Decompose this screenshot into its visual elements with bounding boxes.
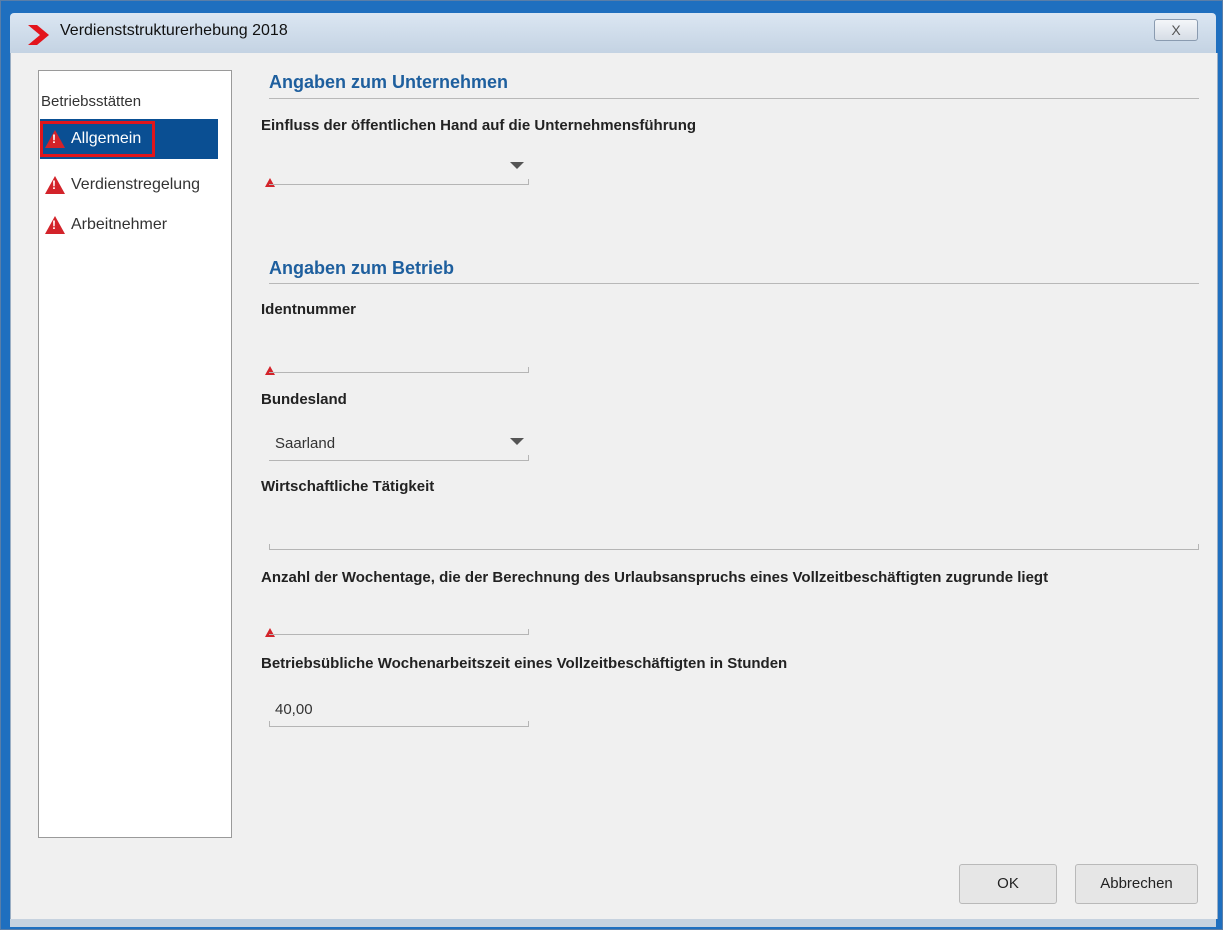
chevron-down-icon — [510, 162, 524, 169]
section-title-unternehmen: Angaben zum Unternehmen — [269, 72, 509, 92]
einfluss-dropdown[interactable] — [261, 153, 531, 187]
field-underline — [269, 184, 529, 185]
section-title-betrieb: Angaben zum Betrieb — [269, 258, 455, 278]
sidebar-item-verdienstregelung[interactable]: Verdienstregelung — [40, 165, 218, 205]
field-underline-end — [528, 629, 529, 635]
bundesland-value: Saarland — [275, 435, 336, 452]
identnummer-input[interactable] — [261, 341, 531, 375]
section-divider — [269, 98, 1199, 99]
field-underline — [269, 634, 529, 635]
sidebar-item-allgemein[interactable]: Allgemein — [40, 119, 218, 159]
sidebar-header[interactable]: Betriebsstätten — [41, 93, 141, 110]
field-underline-end — [528, 367, 529, 373]
field-underline — [269, 549, 1199, 550]
warning-icon — [265, 366, 275, 375]
title-bar[interactable]: Verdienststrukturerhebung 2018 X — [10, 13, 1216, 53]
field-underline-end — [1198, 544, 1199, 550]
field-underline — [269, 726, 529, 727]
app-logo-icon — [28, 25, 49, 45]
field-underline — [269, 460, 529, 461]
field-underline-end — [528, 179, 529, 185]
warning-icon — [45, 176, 65, 194]
warning-icon — [45, 130, 65, 148]
taetigkeit-input[interactable] — [261, 515, 1201, 551]
wochentage-input[interactable] — [261, 603, 531, 637]
wochenarbeitszeit-input[interactable]: 40,00 — [261, 693, 531, 729]
dialog-window: Verdienststrukturerhebung 2018 X Betrieb… — [0, 0, 1223, 930]
close-button[interactable]: X — [1154, 19, 1198, 41]
close-icon: X — [1171, 22, 1181, 38]
warning-icon — [45, 216, 65, 234]
sidebar-item-label: Arbeitnehmer — [71, 216, 168, 233]
dialog-body: Betriebsstätten Allgemein Verdienstregel… — [10, 53, 1218, 919]
bundesland-dropdown[interactable]: Saarland — [261, 429, 531, 463]
wochenarbeitszeit-value: 40,00 — [275, 701, 313, 718]
field-label-einfluss: Einfluss der öffentlichen Hand auf die U… — [261, 117, 697, 134]
field-label-identnummer: Identnummer — [261, 301, 357, 318]
field-label-taetigkeit: Wirtschaftliche Tätigkeit — [261, 478, 435, 495]
field-underline-start — [269, 721, 270, 727]
sidebar-item-arbeitnehmer[interactable]: Arbeitnehmer — [40, 205, 218, 245]
field-underline-start — [269, 544, 270, 550]
cancel-button[interactable]: Abbrechen — [1075, 864, 1198, 904]
field-label-wochenarbeitszeit: Betriebsübliche Wochenarbeitszeit eines … — [261, 655, 788, 672]
chevron-down-icon — [510, 438, 524, 445]
field-label-wochentage: Anzahl der Wochentage, die der Berechnun… — [261, 569, 1049, 586]
field-label-bundesland: Bundesland — [261, 391, 347, 408]
warning-icon — [265, 628, 275, 637]
sidebar-item-label: Verdienstregelung — [71, 176, 200, 193]
field-underline-end — [528, 455, 529, 461]
section-divider — [269, 283, 1199, 284]
warning-icon — [265, 178, 275, 187]
sidebar: Betriebsstätten Allgemein Verdienstregel… — [38, 70, 232, 838]
field-underline — [269, 372, 529, 373]
window-title: Verdienststrukturerhebung 2018 — [60, 22, 288, 39]
window-bottom-border — [10, 919, 1216, 927]
ok-button[interactable]: OK — [959, 864, 1057, 904]
field-underline-end — [528, 721, 529, 727]
